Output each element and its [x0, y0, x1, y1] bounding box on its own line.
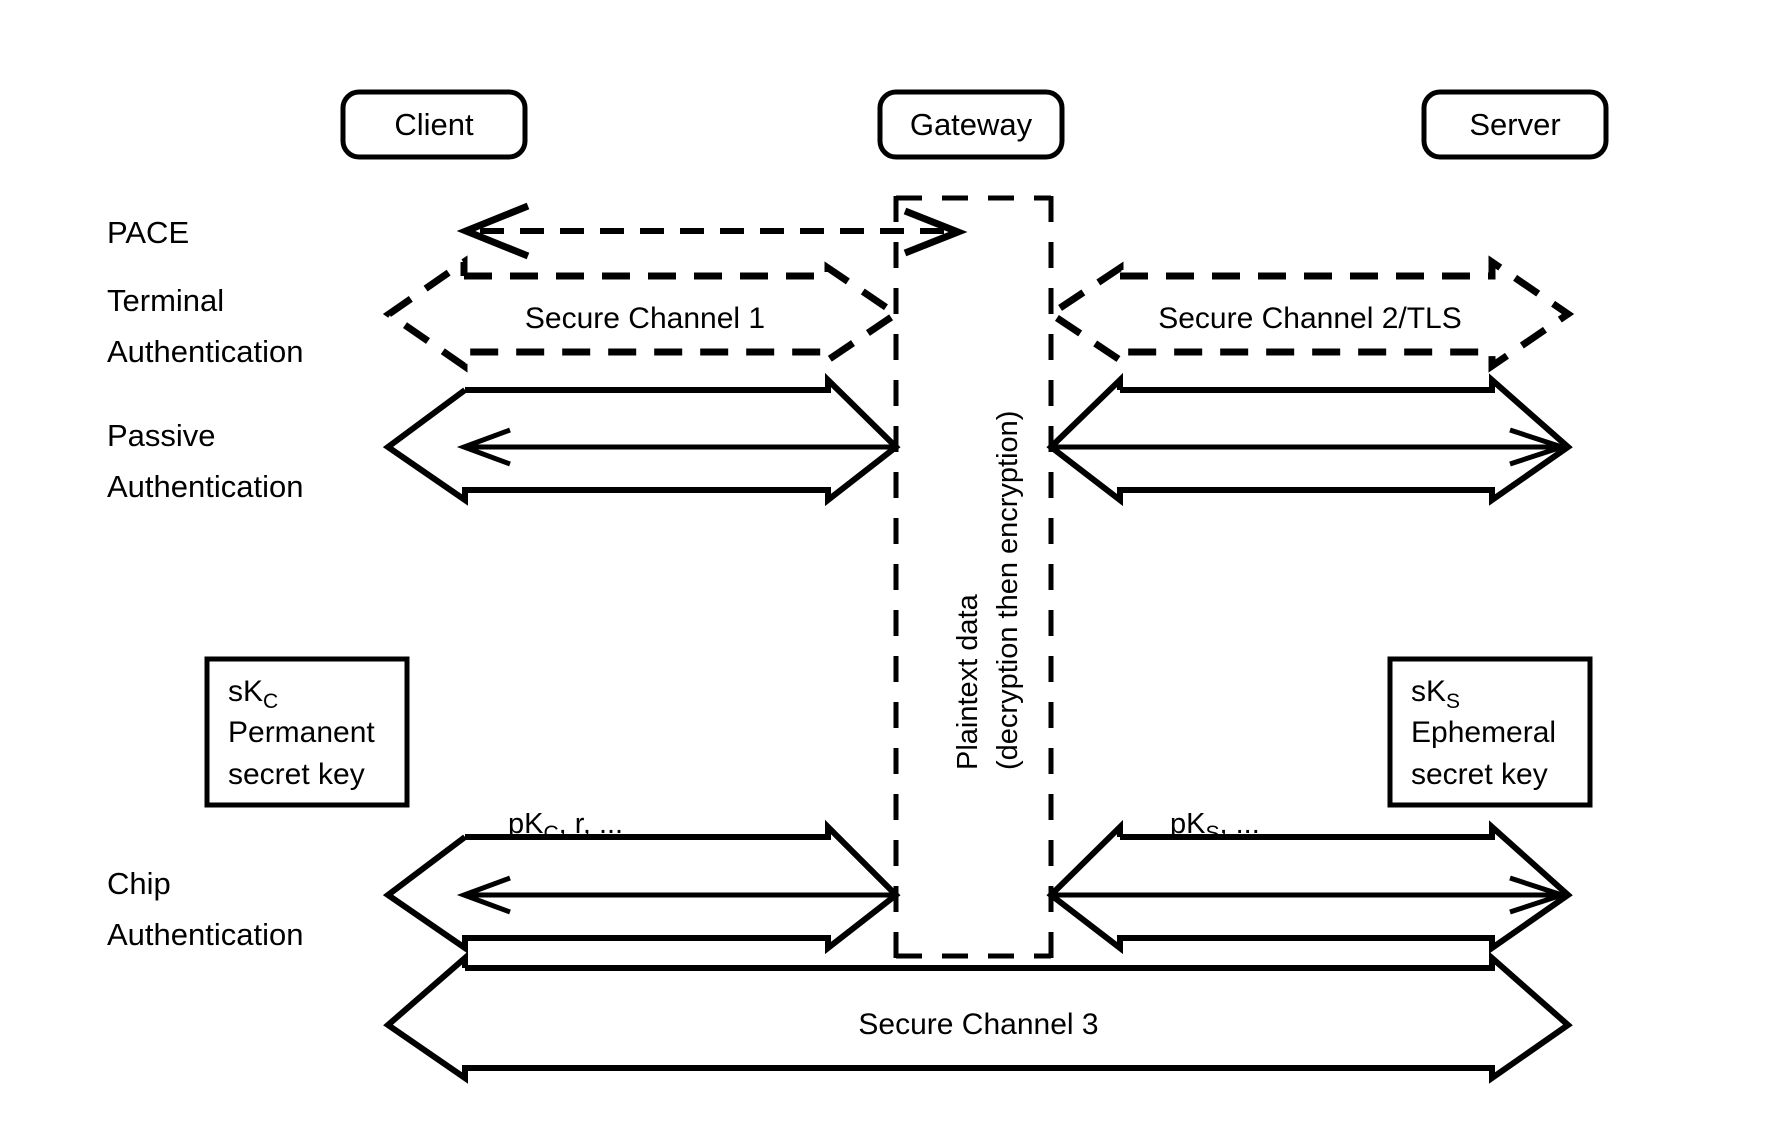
client-key-box-line3: secret key — [228, 758, 365, 791]
node-label-gateway: Gateway — [909, 106, 1033, 142]
passive-auth-arrow-left — [382, 372, 901, 507]
pace-arrow — [456, 202, 968, 260]
server-public-key-subscript: S — [1205, 821, 1220, 845]
phase-label-passive-authentication-line2: Authentication — [107, 469, 304, 504]
phase-label-pace: PACE — [107, 215, 190, 250]
client-key-symbol-subscript: C — [263, 690, 279, 713]
node-label-client: Client — [394, 106, 474, 142]
server-key-symbol-subscript: S — [1446, 690, 1461, 713]
channel-label-secure-channel-1: Secure Channel 1 — [524, 302, 766, 335]
diagram-canvas: Client Gateway Server PACE Terminal Auth… — [0, 0, 1771, 1144]
phase-label-chip-authentication-line2: Authentication — [107, 917, 304, 952]
client-public-key-subscript: C — [543, 821, 559, 845]
server-key-box-line2: Ephemeral — [1411, 716, 1557, 749]
server-public-key-prefix: pK — [1170, 808, 1206, 840]
client-public-key-prefix: pK — [508, 808, 544, 840]
client-public-key-suffix: , r, ... — [558, 808, 624, 840]
phase-label-chip-authentication-line1: Chip — [107, 866, 171, 901]
client-key-box-line2: Permanent — [228, 716, 375, 749]
gateway-note-line2: (decryption then encryption) — [992, 410, 1024, 770]
channel-label-secure-channel-3: Secure Channel 3 — [858, 1008, 1099, 1041]
phase-label-passive-authentication-line1: Passive — [107, 418, 216, 453]
chip-auth-arrow-left — [382, 819, 901, 955]
server-public-key-label: pKS, ... — [1170, 808, 1260, 846]
channel-label-secure-channel-2-tls: Secure Channel 2/TLS — [1158, 302, 1462, 335]
client-public-key-label: pKC, r, ... — [508, 808, 623, 846]
chip-auth-arrow-right — [1046, 819, 1573, 955]
server-key-symbol-text: sK — [1411, 675, 1447, 708]
phase-label-terminal-authentication-line2: Authentication — [107, 334, 304, 369]
phase-label-terminal-authentication-line1: Terminal — [107, 283, 225, 318]
server-public-key-suffix: , ... — [1219, 808, 1260, 840]
node-label-server: Server — [1469, 106, 1561, 142]
client-key-symbol-text: sK — [228, 675, 264, 708]
gateway-note-line1: Plaintext data — [952, 594, 984, 770]
diagram-vector-layer — [204, 89, 1609, 1084]
server-key-box-line3: secret key — [1411, 758, 1548, 791]
passive-auth-arrow-right — [1046, 372, 1573, 507]
